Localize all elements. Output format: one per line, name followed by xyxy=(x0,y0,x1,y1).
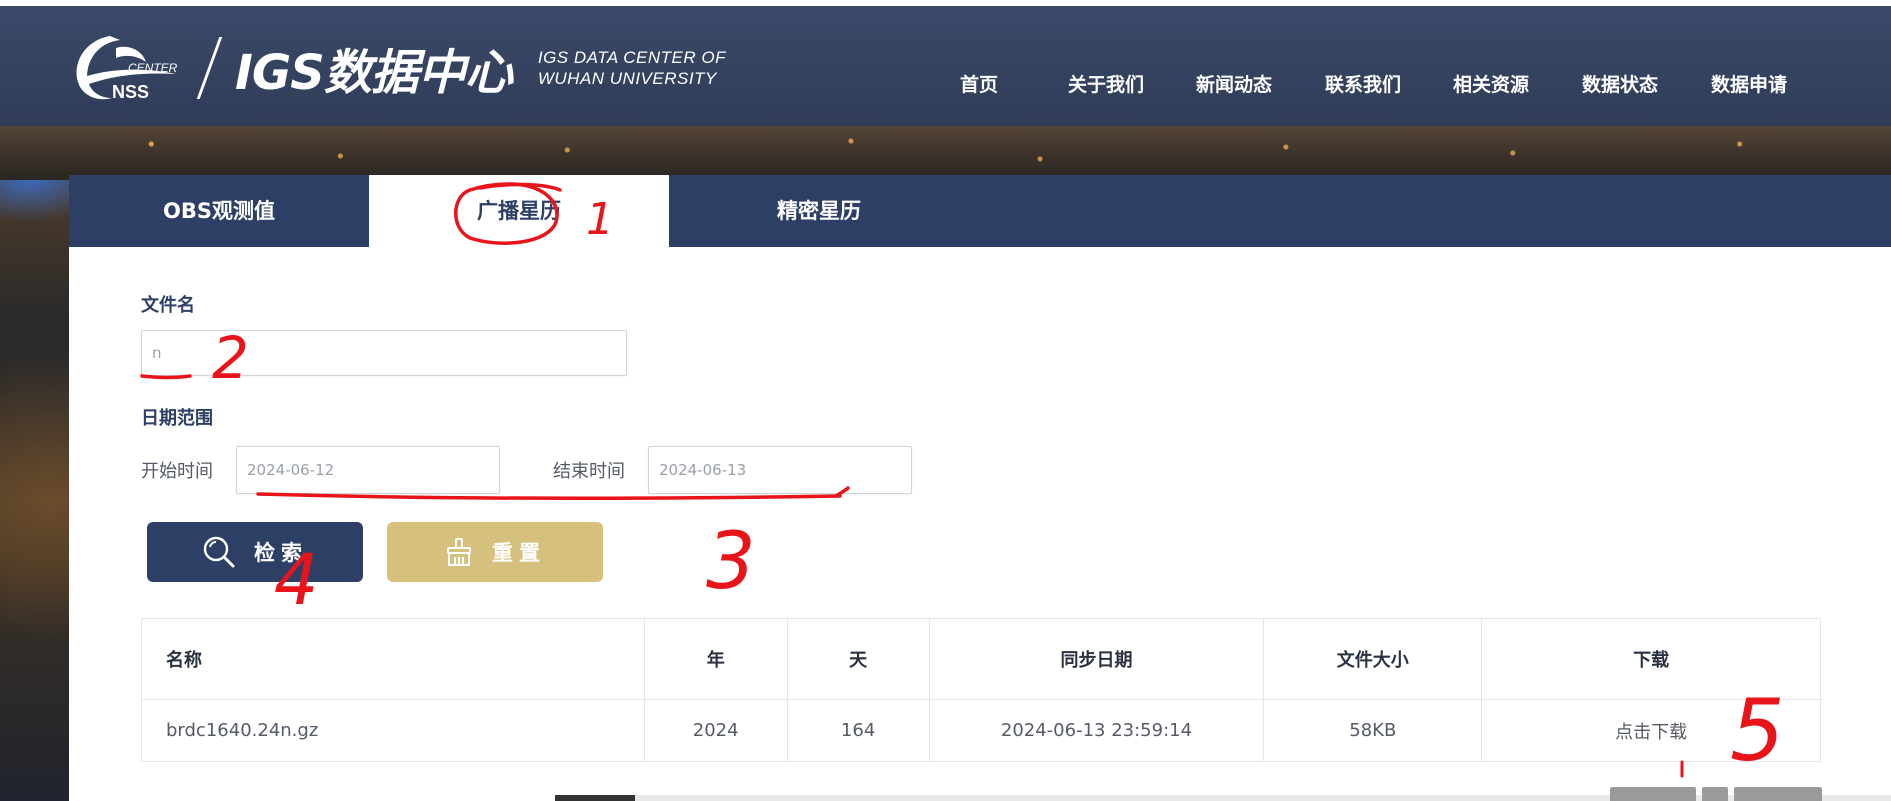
header-name: 名称 xyxy=(141,618,645,700)
background-city-lights xyxy=(0,120,1891,180)
filename-input-value: n xyxy=(152,344,162,362)
start-date-value: 2024-06-12 xyxy=(247,461,335,479)
logo-divider xyxy=(196,37,223,99)
search-button-label: 检索 xyxy=(254,541,308,565)
tab-precise-ephemeris[interactable]: 精密星历 xyxy=(669,175,969,247)
end-date-value: 2024-06-13 xyxy=(659,461,747,479)
filename-label: 文件名 xyxy=(141,295,195,316)
reset-button[interactable]: 重置 xyxy=(387,522,603,582)
cell-download: 点击下载 xyxy=(1481,699,1821,762)
query-panel: OBS观测值 广播星历 精密星历 文件名 n 日期范围 开始时间 2024-06… xyxy=(69,175,1891,801)
search-icon xyxy=(203,536,235,568)
end-date-input[interactable]: 2024-06-13 xyxy=(648,446,912,494)
bottom-toolbar-dark xyxy=(555,795,635,801)
logo-subtitle-line2: WUHAN UNIVERSITY xyxy=(537,69,717,88)
cell-sync-date: 2024-06-13 23:59:14 xyxy=(928,699,1265,762)
nav-about[interactable]: 关于我们 xyxy=(1068,70,1144,100)
header-download: 下载 xyxy=(1481,618,1821,700)
data-type-tabs: OBS观测值 广播星历 精密星历 xyxy=(69,175,1891,247)
table-row: brdc1640.24n.gz 2024 164 2024-06-13 23:5… xyxy=(141,699,1821,762)
site-header: CENTER NSS IGS数据中心 IGS DATA CENTER OF WU… xyxy=(0,6,1891,126)
nav-data-request[interactable]: 数据申请 xyxy=(1711,70,1787,100)
start-time-label: 开始时间 xyxy=(141,461,213,482)
logo-title: IGS数据中心 xyxy=(235,45,513,101)
nav-news[interactable]: 新闻动态 xyxy=(1196,70,1272,100)
header-sync-date: 同步日期 xyxy=(928,618,1265,700)
header-day: 天 xyxy=(786,618,930,700)
logo-subtitle-line1: IGS DATA CENTER OF xyxy=(537,48,726,67)
search-button[interactable]: 检索 xyxy=(147,522,363,582)
nav-data-status[interactable]: 数据状态 xyxy=(1582,70,1658,100)
cell-year: 2024 xyxy=(643,699,788,762)
end-time-label: 结束时间 xyxy=(553,461,625,482)
date-range-label: 日期范围 xyxy=(141,408,213,429)
nav-home[interactable]: 首页 xyxy=(960,70,998,100)
tab-obs[interactable]: OBS观测值 xyxy=(69,175,369,247)
cell-file-name: brdc1640.24n.gz xyxy=(141,699,645,762)
nav-contact[interactable]: 联系我们 xyxy=(1325,70,1401,100)
cell-day: 164 xyxy=(786,699,930,762)
logo-subtitle: IGS DATA CENTER OF WUHAN UNIVERSITY xyxy=(538,47,726,89)
nss-emblem-icon: CENTER NSS xyxy=(76,36,178,102)
pager-button[interactable] xyxy=(1734,787,1822,801)
results-table: 名称 年 天 同步日期 文件大小 下载 brdc1640.24n.gz 2024… xyxy=(141,618,1821,762)
header-year: 年 xyxy=(643,618,788,700)
nav-resources[interactable]: 相关资源 xyxy=(1453,70,1529,100)
download-link[interactable]: 点击下载 xyxy=(1615,722,1687,743)
logo-nss-text: NSS xyxy=(112,82,149,102)
reset-button-label: 重置 xyxy=(492,541,546,565)
logo-center-text: CENTER xyxy=(128,61,178,75)
tab-broadcast-ephemeris[interactable]: 广播星历 xyxy=(369,175,669,247)
start-date-input[interactable]: 2024-06-12 xyxy=(236,446,500,494)
broom-icon xyxy=(447,538,471,566)
filename-input[interactable]: n xyxy=(141,330,627,376)
pager-button[interactable] xyxy=(1610,787,1696,801)
header-file-size: 文件大小 xyxy=(1263,618,1483,700)
cell-file-size: 58KB xyxy=(1263,699,1483,762)
table-header-row: 名称 年 天 同步日期 文件大小 下载 xyxy=(141,618,1821,700)
site-logo[interactable]: CENTER NSS IGS数据中心 IGS DATA CENTER OF WU… xyxy=(68,28,726,108)
pager-button[interactable] xyxy=(1702,787,1728,801)
